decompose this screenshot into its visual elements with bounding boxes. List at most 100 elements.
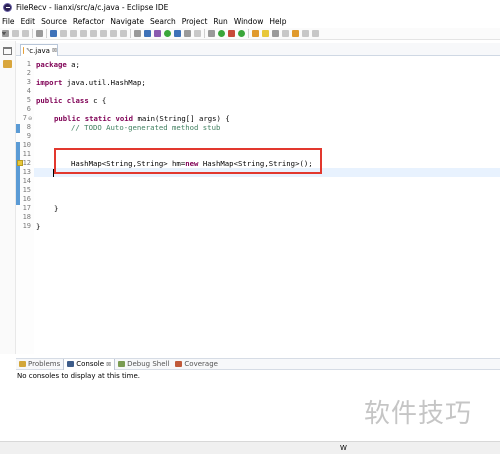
code-line-16: } <box>54 204 58 213</box>
bottom-panel-tabs: Problems Console ⊠ Debug Shell Coverage <box>16 358 500 370</box>
new-class-icon[interactable] <box>174 30 181 37</box>
menu-edit[interactable]: Edit <box>21 17 36 26</box>
line-number: 18 <box>22 213 31 221</box>
menu-refactor[interactable]: Refactor <box>73 17 104 26</box>
menu-project[interactable]: Project <box>182 17 208 26</box>
external-tools-icon[interactable] <box>238 30 245 37</box>
toolbar-separator <box>32 29 33 38</box>
line-number: 8 <box>26 123 31 131</box>
menu-file[interactable]: File <box>2 17 15 26</box>
line-number: 5 <box>26 96 31 104</box>
line-number: 16 <box>22 195 31 203</box>
tab-coverage[interactable]: Coverage <box>172 359 221 370</box>
tab-console[interactable]: Console ⊠ <box>63 358 116 370</box>
menu-navigate[interactable]: Navigate <box>110 17 144 26</box>
step-over-icon[interactable] <box>110 30 117 37</box>
code-keyword: public class <box>36 96 89 105</box>
menu-search[interactable]: Search <box>150 17 176 26</box>
debug-shell-icon <box>118 361 126 367</box>
line-number: 3 <box>26 78 31 86</box>
step-into-icon[interactable] <box>100 30 107 37</box>
code-line-5: public class c { <box>36 96 106 105</box>
open-console-icon[interactable] <box>144 30 151 37</box>
package-explorer-icon[interactable] <box>3 60 12 68</box>
close-icon[interactable]: ⊠ <box>106 361 111 368</box>
line-number: 13 <box>22 168 31 176</box>
code-text: } <box>54 204 59 213</box>
coverage-icon[interactable] <box>228 30 235 37</box>
menu-bar: File Edit Source Refactor Navigate Searc… <box>0 15 500 27</box>
save-all-icon[interactable] <box>22 30 29 37</box>
warning-icon[interactable] <box>17 160 23 166</box>
window-title: FileRecv - lianxi/src/a/c.java - Eclipse… <box>16 2 169 12</box>
tab-label: Problems <box>28 360 61 368</box>
editor-tab-bar: *c.java ⊠ <box>16 43 500 56</box>
left-trim-bar <box>0 41 16 354</box>
debug-icon[interactable] <box>208 30 215 37</box>
line-number: 15 <box>22 186 31 194</box>
line-number: 7 <box>22 114 27 122</box>
line-number: 14 <box>22 177 31 185</box>
line-number: 2 <box>26 69 31 77</box>
tab-label: Debug Shell <box>127 360 170 368</box>
close-icon[interactable]: ⊠ <box>52 47 57 54</box>
toolbar-separator <box>204 29 205 38</box>
code-text: } <box>36 222 41 231</box>
line-number: 9 <box>26 132 31 140</box>
last-edit-icon[interactable] <box>292 30 299 37</box>
tab-problems[interactable]: Problems <box>16 359 63 370</box>
line-number: 10 <box>22 141 31 149</box>
fold-toggle-icon[interactable]: ⊖ <box>28 116 32 122</box>
annotation-next-icon[interactable] <box>282 30 289 37</box>
problems-icon <box>19 361 26 367</box>
status-bar: W <box>0 441 500 454</box>
toggle-block-icon[interactable] <box>134 30 141 37</box>
mark-occurrences-icon[interactable] <box>262 30 269 37</box>
step-return-icon[interactable] <box>120 30 127 37</box>
forward-icon[interactable] <box>312 30 319 37</box>
open-type-icon[interactable] <box>184 30 191 37</box>
terminate-icon[interactable] <box>80 30 87 37</box>
skip-breakpoints-icon[interactable] <box>50 30 57 37</box>
code-line-3: import java.util.HashMap; <box>36 78 146 87</box>
line-number: 6 <box>26 105 31 113</box>
save-icon[interactable] <box>12 30 19 37</box>
tab-debug-shell[interactable]: Debug Shell <box>115 359 172 370</box>
restore-icon[interactable] <box>3 47 12 55</box>
code-comment: // TODO Auto-generated method stub <box>71 123 221 132</box>
toolbar-separator <box>248 29 249 38</box>
run-icon[interactable] <box>218 30 225 37</box>
menu-run[interactable]: Run <box>213 17 227 26</box>
resume-icon[interactable] <box>60 30 67 37</box>
code-text: main(String[] args) { <box>133 114 230 123</box>
toolbar-separator <box>46 29 47 38</box>
chevron-down-icon[interactable] <box>2 31 6 36</box>
menu-source[interactable]: Source <box>41 17 67 26</box>
annotation-highlight-box <box>54 148 322 174</box>
tab-label: Console <box>76 360 105 368</box>
eclipse-icon <box>3 2 12 12</box>
title-bar: FileRecv - lianxi/src/a/c.java - Eclipse… <box>0 0 500 14</box>
code-editor[interactable]: 1 2 3 4 5 6 7 8 9 10 11 12 13 14 15 16 1… <box>16 57 500 354</box>
tab-c-java[interactable]: *c.java ⊠ <box>20 44 58 56</box>
code-keyword: package <box>36 60 67 69</box>
code-line-8: // TODO Auto-generated method stub <box>71 123 220 132</box>
console-message: No consoles to display at this time. <box>17 372 140 380</box>
back-icon[interactable] <box>302 30 309 37</box>
code-text: java.util.HashMap; <box>62 78 146 87</box>
main-toolbar <box>0 28 500 40</box>
open-task-icon[interactable] <box>252 30 259 37</box>
menu-window[interactable]: Window <box>234 17 264 26</box>
search-icon[interactable] <box>194 30 201 37</box>
code-text: c { <box>88 96 107 105</box>
disconnect-icon[interactable] <box>90 30 97 37</box>
print-icon[interactable] <box>36 30 43 37</box>
code-keyword: import <box>36 78 63 87</box>
pin-icon[interactable] <box>272 30 279 37</box>
new-java-project-icon[interactable] <box>154 30 161 37</box>
suspend-icon[interactable] <box>70 30 77 37</box>
watermark: 软件技巧 <box>364 399 473 429</box>
new-package-icon[interactable] <box>164 30 171 37</box>
code-line-1: package a; <box>36 60 80 69</box>
menu-help[interactable]: Help <box>269 17 286 26</box>
